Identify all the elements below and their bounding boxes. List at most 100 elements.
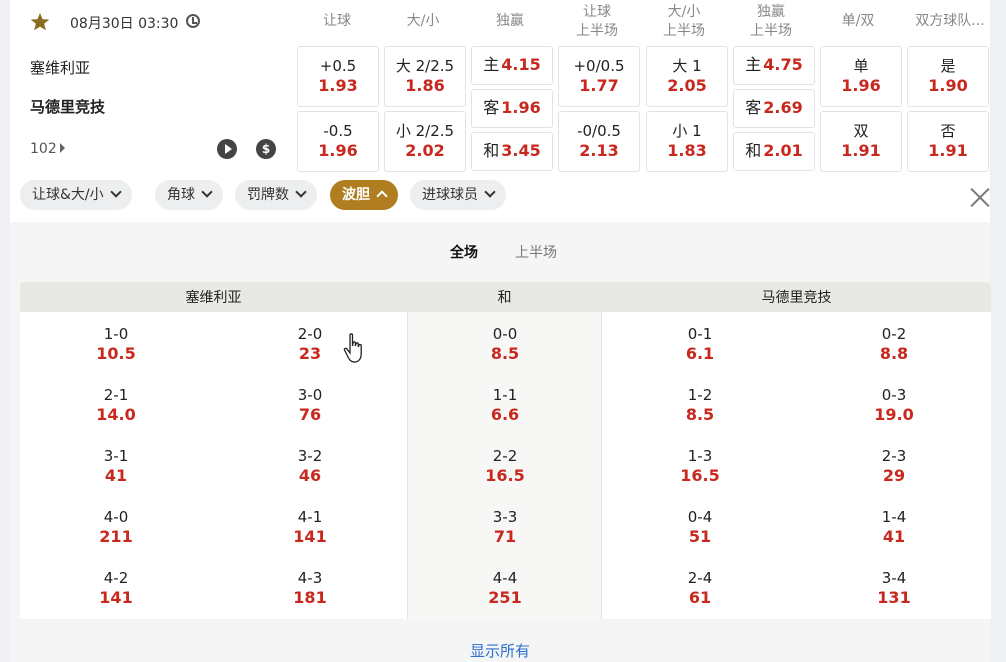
filter-tab-3[interactable]: 波胆 — [330, 180, 398, 210]
close-icon[interactable] — [968, 185, 992, 209]
filter-tab-4[interactable]: 进球球员 — [410, 180, 506, 210]
odds-button-handicap-0[interactable]: +0.5 1.93 — [297, 46, 379, 107]
filter-tab-2[interactable]: 罚牌数 — [235, 180, 317, 210]
show-all-link[interactable]: 显示所有 — [10, 640, 990, 661]
more-markets-link[interactable]: 102 — [30, 141, 65, 157]
score-odds-away-a-1[interactable]: 1-2 8.5 — [640, 385, 760, 425]
tab-full-time[interactable]: 全场 — [450, 242, 478, 262]
tab-first-half[interactable]: 上半场 — [515, 242, 557, 262]
score-odd: 6.1 — [685, 344, 715, 363]
filter-tab-0[interactable]: 让球&大/小 — [20, 180, 132, 210]
score-odds-home-b-4[interactable]: 4-3 181 — [250, 568, 370, 608]
score-odd: 41 — [104, 466, 128, 485]
play-icon[interactable] — [217, 139, 237, 159]
score-odds-home-b-2[interactable]: 3-2 46 — [250, 446, 370, 486]
filter-tab-label: 进球球员 — [422, 187, 478, 203]
star-icon[interactable] — [30, 12, 50, 32]
score-odds-away-a-2[interactable]: 1-3 16.5 — [640, 446, 760, 486]
score-odd: 19.0 — [874, 405, 914, 424]
odds-label: 客 — [483, 98, 500, 117]
odds-label: 小 2/2.5 — [395, 122, 455, 140]
odds-button-moneyline-half-2[interactable]: 和 2.01 — [733, 132, 815, 171]
score-label: 1-0 — [103, 325, 129, 343]
score-label: 3-3 — [492, 508, 518, 526]
odds-button-moneyline-0[interactable]: 主 4.15 — [471, 46, 553, 85]
odds-button-handicap-1[interactable]: -0.5 1.96 — [297, 111, 379, 172]
odds-label: 单 — [853, 57, 869, 75]
odds-button-total-1[interactable]: 小 2/2.5 2.02 — [384, 111, 466, 172]
correct-score-grid: 1-0 10.5 2-1 14.0 3-1 41 4-0 211 4-2 141 2-0 23 3-0 7… — [20, 312, 991, 619]
score-odds-home-a-3[interactable]: 4-0 211 — [56, 507, 176, 547]
odds-value: 2.13 — [579, 141, 619, 160]
odds-label: 是 — [940, 57, 956, 75]
odds-button-odd-even-0[interactable]: 单 1.96 — [820, 46, 902, 107]
odds-button-total-half-1[interactable]: 小 1 1.83 — [646, 111, 728, 172]
filter-tab-1[interactable]: 角球 — [155, 180, 223, 210]
odds-button-total-0[interactable]: 大 2/2.5 1.86 — [384, 46, 466, 107]
score-odd: 8.5 — [685, 405, 715, 424]
score-label: 0-1 — [687, 325, 713, 343]
odds-button-moneyline-half-0[interactable]: 主 4.75 — [733, 46, 815, 85]
header-home: 塞维利亚 — [185, 290, 242, 306]
odds-button-moneyline-half-1[interactable]: 客 2.69 — [733, 89, 815, 128]
column-header-total: 大/小 — [406, 13, 440, 29]
score-label: 4-0 — [103, 508, 129, 526]
odds-button-handicap-half-0[interactable]: +0/0.5 1.77 — [558, 46, 640, 107]
odds-label: 和 — [483, 141, 500, 160]
score-odds-home-b-3[interactable]: 4-1 141 — [250, 507, 370, 547]
score-odd: 8.8 — [879, 344, 909, 363]
odds-label: -0/0.5 — [577, 122, 621, 140]
score-odds-away-b-3[interactable]: 1-4 41 — [834, 507, 954, 547]
column-header-handicap-half: 让球 上半场 — [576, 4, 618, 39]
score-odds-home-a-4[interactable]: 4-2 141 — [56, 568, 176, 608]
score-label: 2-2 — [492, 447, 518, 465]
score-odds-away-a-3[interactable]: 0-4 51 — [640, 507, 760, 547]
score-odds-away-b-0[interactable]: 0-2 8.8 — [834, 324, 954, 364]
chevron-down-icon — [295, 186, 307, 198]
dollar-icon[interactable]: $ — [256, 139, 276, 159]
hand-cursor-icon — [343, 333, 362, 363]
odds-button-moneyline-1[interactable]: 客 1.96 — [471, 89, 553, 128]
odds-button-btts-1[interactable]: 否 1.91 — [907, 111, 989, 172]
score-odds-draw-4[interactable]: 4-4 251 — [445, 568, 565, 608]
score-odd: 76 — [298, 405, 322, 424]
filter-tab-label: 角球 — [167, 187, 195, 203]
odds-label: 客 — [745, 98, 762, 117]
score-odds-away-b-1[interactable]: 0-3 19.0 — [834, 385, 954, 425]
score-odds-away-a-4[interactable]: 2-4 61 — [640, 568, 760, 608]
score-odd: 46 — [298, 466, 322, 485]
odds-button-odd-even-1[interactable]: 双 1.91 — [820, 111, 902, 172]
filter-tab-label: 让球&大/小 — [32, 187, 104, 203]
odds-button-total-half-0[interactable]: 大 1 2.05 — [646, 46, 728, 107]
score-odds-home-a-1[interactable]: 2-1 14.0 — [56, 385, 176, 425]
score-odds-draw-1[interactable]: 1-1 6.6 — [445, 385, 565, 425]
away-team-name: 马德里竞技 — [30, 98, 106, 116]
odds-value: 2.01 — [763, 141, 803, 160]
score-odds-home-a-2[interactable]: 3-1 41 — [56, 446, 176, 486]
score-odds-away-a-0[interactable]: 0-1 6.1 — [640, 324, 760, 364]
odds-value: 2.05 — [667, 76, 707, 95]
odds-value: 4.15 — [501, 55, 541, 74]
column-header-odd-even: 单/双 — [841, 13, 875, 29]
correct-score-header: 塞维利亚 和 马德里竞技 — [20, 282, 991, 312]
more-markets-count: 102 — [30, 141, 57, 157]
score-odds-away-b-2[interactable]: 2-3 29 — [834, 446, 954, 486]
score-odds-draw-0[interactable]: 0-0 8.5 — [445, 324, 565, 364]
score-odds-home-b-1[interactable]: 3-0 76 — [250, 385, 370, 425]
score-odds-away-b-4[interactable]: 3-4 131 — [834, 568, 954, 608]
caret-right-icon — [59, 143, 65, 153]
score-odd: 41 — [882, 527, 906, 546]
odds-button-handicap-half-1[interactable]: -0/0.5 2.13 — [558, 111, 640, 172]
odds-button-btts-0[interactable]: 是 1.90 — [907, 46, 989, 107]
odds-label: 双 — [853, 122, 869, 140]
score-odds-draw-3[interactable]: 3-3 71 — [445, 507, 565, 547]
score-odd: 29 — [882, 466, 906, 485]
chevron-down-icon — [109, 186, 122, 198]
score-odd: 8.5 — [490, 344, 520, 363]
odds-value: 1.90 — [928, 76, 968, 95]
odds-value: 1.77 — [579, 76, 619, 95]
odds-button-moneyline-2[interactable]: 和 3.45 — [471, 132, 553, 171]
score-odds-home-a-0[interactable]: 1-0 10.5 — [56, 324, 176, 364]
score-label: 0-3 — [881, 386, 907, 404]
score-odds-draw-2[interactable]: 2-2 16.5 — [445, 446, 565, 486]
